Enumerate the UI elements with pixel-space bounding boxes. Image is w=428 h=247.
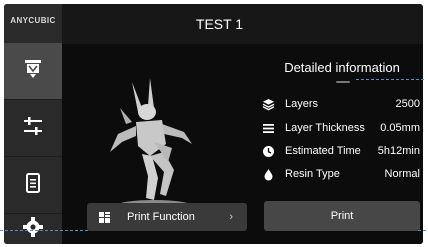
resin-drop-icon [260,166,276,182]
grid-icon [96,209,112,225]
sliders-icon [22,115,44,142]
detail-label: Layer Thickness [285,122,365,134]
gear-icon [22,216,44,243]
detail-row-estimated-time: Estimated Time 5h12min [260,143,420,159]
page-indicator [336,81,350,83]
detail-label: Layers [285,98,319,110]
sidebar-item-system[interactable] [4,214,62,244]
screen: ANYCUBIC TEST 1 Detailed information Lay… [0,0,428,247]
print-button[interactable]: Print [264,201,420,231]
chevron-right-icon: › [229,211,233,223]
sidebar: ANYCUBIC [4,4,62,244]
detail-label: Resin Type [285,168,340,180]
details-title: Detailed information [284,60,400,75]
detail-value: Normal [384,168,420,180]
detail-row-layer-thickness: Layer Thickness 0.05mm [260,120,420,136]
detail-label: Estimated Time [285,145,361,157]
sidebar-item-settings[interactable] [4,100,62,156]
print-function-button[interactable]: Print Function › [87,203,247,231]
page-title: TEST 1 [195,16,244,32]
print-job-icon [22,58,44,85]
print-preview-area: Detailed information Layers 2500 Layer T… [62,44,423,244]
detail-value: 5h12min [377,145,420,157]
detail-value: 2500 [395,98,420,110]
layer-thickness-icon [260,120,276,136]
detail-value: 0.05mm [380,122,420,134]
annotation-dashed-line [356,79,424,80]
detail-row-layers: Layers 2500 [260,96,420,112]
clock-icon [260,143,276,159]
printer-ui-panel: ANYCUBIC TEST 1 Detailed information Lay… [4,4,423,244]
model-preview-image [110,78,192,210]
files-icon [22,172,44,199]
print-function-label: Print Function [127,211,195,223]
annotation-dashed-line [0,230,88,231]
annotation-dashed-line [418,230,426,231]
sidebar-item-files[interactable] [4,157,62,213]
layers-icon [260,96,276,112]
sidebar-item-print-job[interactable] [4,43,62,99]
brand-logo: ANYCUBIC [10,16,56,25]
detail-row-resin-type: Resin Type Normal [260,166,420,182]
